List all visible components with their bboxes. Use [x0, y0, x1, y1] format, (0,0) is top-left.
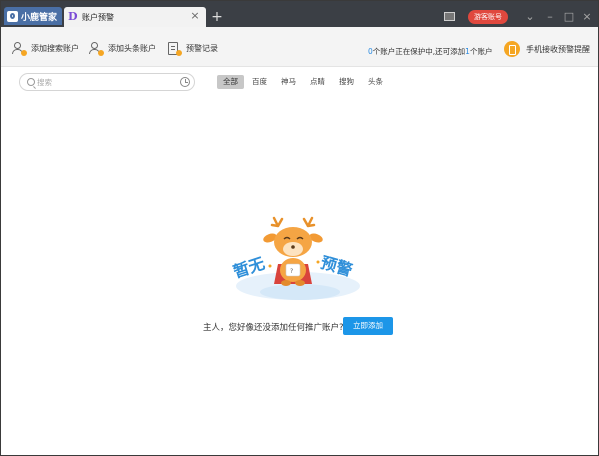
add-now-button[interactable]: 立即添加 — [343, 317, 393, 335]
status-text-1: 个账户正在保护中,还可添加 — [372, 47, 466, 56]
history-icon[interactable] — [180, 77, 190, 87]
alert-record-button[interactable]: 预警记录 — [167, 40, 218, 56]
title-bar: 小鹿管家 D 账户预警 × + 游客账号 ⌄ – □ × — [1, 1, 598, 27]
minimize-icon[interactable]: – — [543, 10, 557, 24]
filter-all[interactable]: 全部 — [217, 75, 244, 89]
add-toutiao-account-label: 添加头条账户 — [108, 43, 156, 53]
toolbar: 添加搜索账户 添加头条账户 预警记录 0个账户正在保护中,还可添加1个账户 手机… — [1, 27, 598, 67]
close-icon[interactable]: × — [189, 10, 201, 22]
phone-icon — [504, 41, 520, 57]
status-text-2: 个账户 — [469, 47, 493, 56]
window-close-icon[interactable]: × — [580, 10, 594, 24]
account-status: 0个账户正在保护中,还可添加1个账户 — [368, 46, 492, 57]
logo-icon — [7, 10, 18, 22]
main-content: 全部 百度 神马 点睛 搜狗 头条 ? 暂无 — [5, 68, 594, 453]
filter-sogou[interactable]: 搜狗 — [333, 75, 360, 89]
search-icon — [27, 78, 35, 86]
add-toutiao-account-button[interactable]: 添加头条账户 — [89, 40, 156, 56]
filter-dianjing[interactable]: 点睛 — [304, 75, 331, 89]
document-icon — [167, 41, 182, 56]
add-user-icon — [89, 41, 104, 56]
app-logo[interactable]: 小鹿管家 — [4, 7, 62, 25]
maximize-icon[interactable]: □ — [562, 10, 576, 24]
empty-message: 主人，您好像还没添加任何推广账户? — [203, 323, 344, 333]
filter-toutiao[interactable]: 头条 — [362, 75, 389, 89]
alert-record-label: 预警记录 — [186, 43, 218, 53]
app-window: 小鹿管家 D 账户预警 × + 游客账号 ⌄ – □ × 添加搜索账户 添加头条… — [0, 0, 599, 456]
search-input[interactable] — [37, 75, 177, 89]
deer-icon: D — [68, 10, 78, 23]
app-name: 小鹿管家 — [21, 12, 58, 23]
add-user-icon — [12, 41, 27, 56]
search-box[interactable] — [19, 73, 195, 91]
book-icon[interactable] — [444, 12, 455, 21]
filter-shenma[interactable]: 神马 — [275, 75, 302, 89]
guest-account-button[interactable]: 游客账号 — [468, 10, 508, 24]
add-search-account-label: 添加搜索账户 — [31, 43, 79, 53]
tab-label: 账户预警 — [82, 12, 114, 22]
phone-alert-label: 手机接收预警提醒 — [526, 44, 590, 54]
tab-account-alert[interactable]: D 账户预警 × — [64, 7, 206, 27]
platform-filters: 全部 百度 神马 点睛 搜狗 头条 — [217, 75, 391, 89]
chevron-down-icon[interactable]: ⌄ — [523, 10, 537, 24]
add-search-account-button[interactable]: 添加搜索账户 — [12, 40, 79, 56]
phone-alert-button[interactable]: 手机接收预警提醒 — [504, 41, 590, 57]
new-tab-button[interactable]: + — [209, 10, 225, 26]
filter-baidu[interactable]: 百度 — [246, 75, 273, 89]
svg-text:?: ? — [290, 268, 293, 275]
